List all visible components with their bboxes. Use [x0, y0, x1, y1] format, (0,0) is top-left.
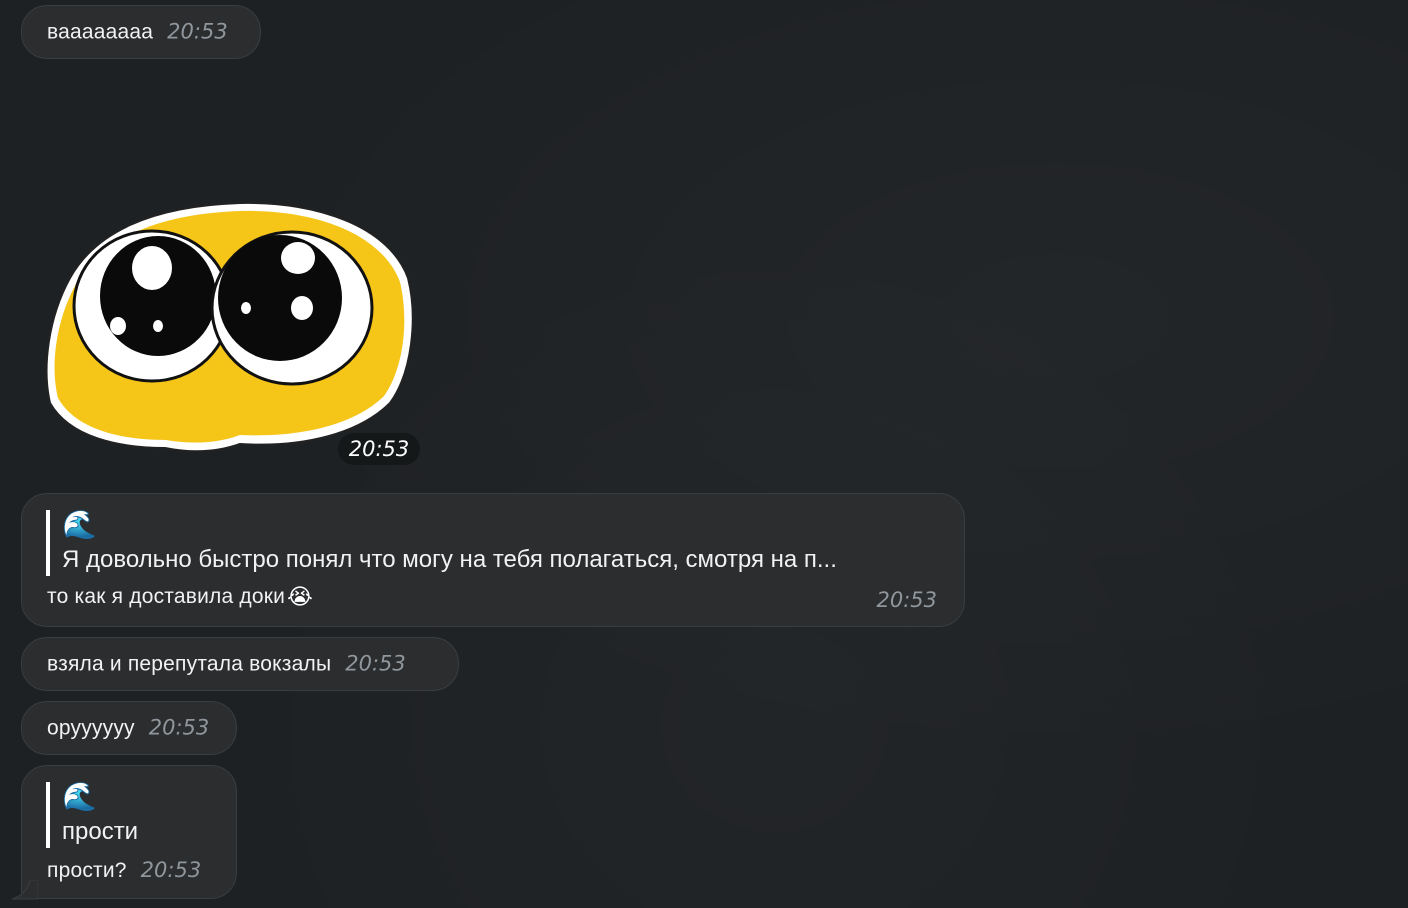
message-row: то как я доставила доки 😭: [47, 584, 313, 610]
crying-smiley-sticker[interactable]: [40, 198, 415, 453]
bubble-tail: [11, 880, 38, 900]
message-text: прости?: [47, 859, 127, 882]
message-text: оруууууу: [47, 716, 135, 740]
message-time: 20:53: [345, 651, 406, 676]
message-time: 20:53: [140, 858, 202, 882]
message-time: 20:53: [148, 715, 210, 740]
message-row: вааааааaa 20:53: [47, 20, 228, 45]
message-text: взяла и перепутала вокзалы: [47, 652, 332, 676]
message-row: прости? 20:53: [47, 858, 201, 883]
reply-quote-text: прости: [62, 818, 139, 845]
wave-icon: 🌊: [62, 509, 97, 540]
reply-quote-text: Я довольно быстро понял что могу на тебя…: [62, 546, 837, 573]
message-bubble[interactable]: взяла и перепутала вокзалы 20:53: [21, 637, 459, 691]
crying-face-icon: 😭: [287, 584, 313, 609]
message-text: то как я доставила доки: [47, 585, 286, 608]
message-row: оруууууу 20:53: [47, 716, 209, 741]
message-text: вааааааaa: [47, 20, 154, 44]
wave-icon: 🌊: [62, 781, 97, 812]
message-time: 20:53: [876, 588, 937, 612]
message-bubble[interactable]: оруууууу 20:53: [21, 701, 237, 755]
sticker-time: 20:53: [338, 433, 420, 465]
reply-quote[interactable]: 🌊 Я довольно быстро понял что могу на те…: [46, 510, 837, 576]
reply-message-bubble[interactable]: 🌊 прости прости? 20:53: [21, 765, 237, 899]
message-row: взяла и перепутала вокзалы 20:53: [47, 652, 406, 677]
message-bubble[interactable]: вааааааaa 20:53: [21, 5, 261, 59]
message-time: 20:53: [167, 19, 228, 44]
reply-message-bubble[interactable]: 🌊 Я довольно быстро понял что могу на те…: [21, 493, 965, 627]
reply-quote[interactable]: 🌊 прости: [46, 782, 138, 848]
